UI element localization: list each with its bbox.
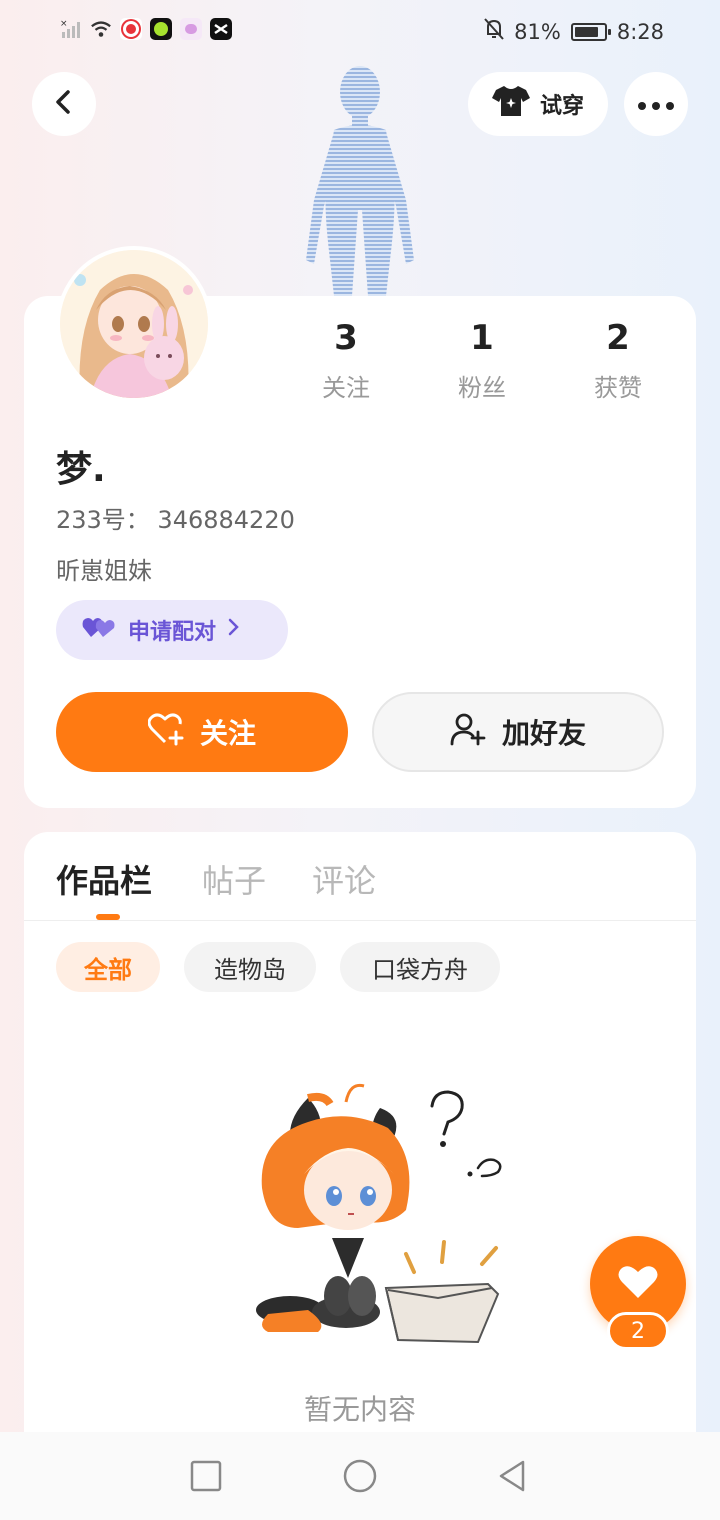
more-options-button[interactable] [624, 72, 688, 136]
filter-chip-all[interactable]: 全部 [56, 942, 160, 992]
heart-plus-icon [147, 712, 186, 753]
app-red-icon [120, 18, 142, 40]
stat-fans-count: 1 [470, 318, 494, 358]
tshirt-icon [491, 84, 530, 124]
capcut-icon [210, 18, 232, 40]
add-friend-button[interactable]: 加好友 [372, 692, 664, 772]
battery-icon [570, 22, 611, 41]
back-arrow-icon [52, 88, 76, 120]
try-on-button[interactable]: 试穿 [468, 72, 608, 136]
status-bar: × 81% 8:28 [0, 0, 720, 62]
empty-state-text: 暂无内容 [303, 1393, 416, 1426]
stat-likes-label: 获赞 [594, 374, 642, 402]
stat-following-count: 3 [334, 318, 358, 358]
tab-works[interactable]: 作品栏 [56, 856, 152, 902]
system-nav-bar [0, 1432, 720, 1520]
apply-pairing-label: 申请配对 [128, 620, 217, 645]
svg-text:×: × [60, 19, 68, 29]
more-dots-icon [638, 95, 674, 114]
user-bio: 昕崽姐妹 [56, 557, 152, 585]
tab-divider [24, 920, 696, 921]
stat-likes-count: 2 [606, 318, 630, 358]
like-count-badge: 2 [607, 1312, 669, 1350]
empty-state-illustration [256, 1083, 502, 1344]
filter-chip-pocket-ark[interactable]: 口袋方舟 [340, 942, 500, 992]
avatar[interactable] [56, 246, 212, 402]
try-on-label: 试穿 [539, 94, 584, 119]
chevron-right-icon [228, 617, 240, 643]
wifi-icon [90, 18, 112, 40]
mute-bell-icon [484, 18, 504, 45]
user-plus-icon [450, 712, 486, 753]
stat-likes[interactable]: 2 获赞 [550, 318, 686, 403]
follow-button[interactable]: 关注 [56, 692, 348, 772]
filter-chip-creation-island[interactable]: 造物岛 [184, 942, 316, 992]
stat-following[interactable]: 3 关注 [278, 318, 414, 403]
tab-comments[interactable]: 评论 [312, 856, 376, 902]
stat-fans-label: 粉丝 [458, 374, 506, 402]
app-pink-icon [180, 18, 202, 40]
follow-label: 关注 [199, 717, 256, 750]
clock: 8:28 [616, 19, 664, 44]
status-right: 81% 8:28 [484, 18, 664, 45]
home-button[interactable] [342, 1458, 378, 1494]
recents-button[interactable] [188, 1458, 224, 1494]
back-button[interactable] [32, 72, 96, 136]
status-left-icons: × [60, 18, 232, 40]
tab-posts[interactable]: 帖子 [202, 856, 266, 902]
stat-fans[interactable]: 1 粉丝 [414, 318, 550, 403]
signal-off-icon: × [60, 18, 82, 40]
double-heart-icon [82, 615, 116, 645]
username: 梦. [56, 449, 106, 490]
add-friend-label: 加好友 [501, 717, 586, 750]
back-nav-button[interactable] [494, 1458, 530, 1494]
user-id[interactable]: 233号： 346884220 [56, 500, 295, 535]
apply-pairing-button[interactable]: 申请配对 [56, 600, 288, 660]
app-green-icon [150, 18, 172, 40]
battery-percent: 81% [514, 19, 561, 44]
heart-icon [618, 1264, 658, 1304]
profile-stats: 3 关注 1 粉丝 2 获赞 [278, 318, 698, 403]
avatar-3d-figure[interactable] [298, 60, 422, 300]
stat-following-label: 关注 [322, 374, 370, 402]
